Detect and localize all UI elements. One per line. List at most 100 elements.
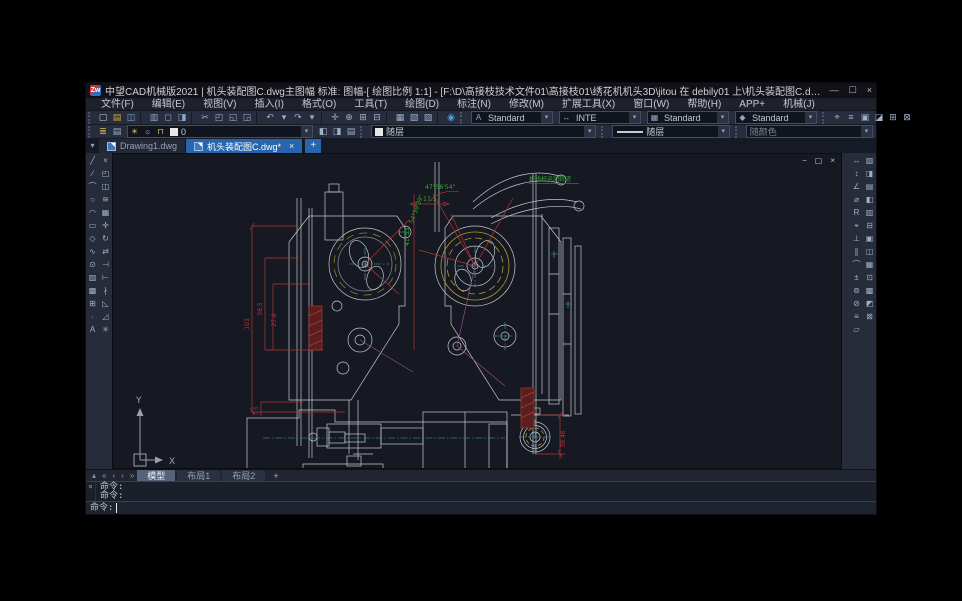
polygon-icon[interactable]: ◇ [87,233,99,245]
toolbar-grip[interactable] [460,112,466,124]
publish-icon[interactable]: ◨ [175,111,189,124]
layer-properties-icon[interactable]: ≣ [96,125,110,138]
layer-states-icon[interactable]: ▤ [110,125,124,138]
menu-modify[interactable]: 修改(M) [500,98,553,111]
chevron-down-icon[interactable]: ▾ [584,126,595,137]
extend-icon[interactable]: ⊢ [100,272,112,284]
zoom-window-icon[interactable]: ⊞ [356,111,370,124]
zoom-realtime-icon[interactable]: ⊕ [342,111,356,124]
menu-tools[interactable]: 工具(T) [345,98,396,111]
undo-icon[interactable]: ↶ [263,111,277,124]
first-layout-icon[interactable]: « [99,470,109,482]
plot-icon[interactable]: ▥ [147,111,161,124]
chevron-down-icon[interactable]: ▾ [861,126,872,137]
boundary-icon[interactable]: ◩ [864,298,876,310]
text-style-combo[interactable]: A Standard ▾ [471,111,553,124]
file-tabs-menu-icon[interactable]: ▾ [86,139,99,153]
layer-on-icon[interactable]: ☀ [128,127,141,136]
annotation-icon[interactable]: ⊠ [900,111,914,124]
close-button[interactable]: × [867,84,872,97]
center-mark-icon[interactable]: ⌖ [851,220,863,232]
save-icon[interactable]: ◫ [124,111,138,124]
layout-tab-model[interactable]: 模型 [137,470,175,482]
purge-icon[interactable]: ⊠ [864,311,876,323]
layer-combo[interactable]: ☀☼⊓ 0 ▾ [127,125,313,138]
plot-style-combo[interactable]: 随颜色 ▾ [746,125,873,138]
layer-freeze-icon[interactable]: ☼ [141,127,154,136]
chevron-down-icon[interactable]: ▾ [629,112,640,123]
polyline-icon[interactable]: ⌒ [87,181,99,193]
dim-diameter-icon[interactable]: ⌀ [851,194,863,206]
menu-express[interactable]: 扩展工具(X) [553,98,624,111]
point-icon[interactable]: ∙ [87,311,99,323]
layout-menu-icon[interactable]: ▴ [89,470,99,482]
menu-help[interactable]: 帮助(H) [678,98,730,111]
undo-dropdown-icon[interactable]: ▾ [277,111,291,124]
scale-icon[interactable]: ⇄ [100,246,112,258]
toolbar-grip[interactable] [88,126,94,138]
copy-icon[interactable]: ◰ [212,111,226,124]
new-tab-button[interactable]: + [305,139,321,153]
menu-file[interactable]: 文件(F) [92,98,143,111]
mleader-style-combo[interactable]: ◆ Standard ▾ [735,111,817,124]
chevron-down-icon[interactable]: ▾ [301,126,312,137]
command-input[interactable]: 命令: [86,501,876,514]
maximize-button[interactable]: ☐ [849,84,857,97]
dynamic-input-icon[interactable]: ◪ [872,111,886,124]
move-icon[interactable]: ✛ [100,220,112,232]
separator[interactable] [256,112,261,124]
mirror-icon[interactable]: ◫ [100,181,112,193]
layout-tab-layout2[interactable]: 布局2 [222,470,265,482]
dim-style-combo[interactable]: ↔ INTE ▾ [559,111,641,124]
hatch-edit-icon[interactable]: ▩ [864,285,876,297]
layer-lock-icon[interactable]: ⊓ [154,127,167,136]
menu-window[interactable]: 窗口(W) [624,98,678,111]
minimize-button[interactable]: — [830,84,839,97]
last-layout-icon[interactable]: » [127,470,137,482]
block-editor-icon[interactable]: ◫ [864,246,876,258]
close-tab-icon[interactable]: × [289,141,294,151]
tolerance-icon[interactable]: ± [851,272,863,284]
match-properties-icon[interactable]: ◲ [240,111,254,124]
object-snap-icon[interactable]: ⌖ [830,111,844,124]
paste-icon[interactable]: ◱ [226,111,240,124]
array-icon[interactable]: ▦ [100,207,112,219]
menu-view[interactable]: 视图(V) [194,98,245,111]
copy-object-icon[interactable]: ◰ [100,168,112,180]
dim-slope-icon[interactable]: ⊘ [851,298,863,310]
construction-line-icon[interactable]: ∕ [87,168,99,180]
donut-icon[interactable]: ⊙ [87,259,99,271]
menu-draw[interactable]: 绘图(D) [396,98,448,111]
help-icon[interactable]: ◉ [444,111,458,124]
mtext-icon[interactable]: A [87,324,99,336]
grid-icon[interactable]: ▣ [858,111,872,124]
external-ref-icon[interactable]: ▣ [864,233,876,245]
add-layout-button[interactable]: + [267,471,284,481]
toolbar-grip[interactable] [601,126,607,138]
arc-icon[interactable]: ◠ [87,207,99,219]
doc-tab-drawing1[interactable]: Drawing1.dwg [99,139,186,153]
leader-icon[interactable]: ▱ [851,324,863,336]
design-center-icon[interactable]: ◨ [864,168,876,180]
new-icon[interactable]: ▢ [96,111,110,124]
menu-insert[interactable]: 插入(I) [245,98,292,111]
ortho-icon[interactable]: ≡ [844,111,858,124]
lineweight-display-icon[interactable]: ⊞ [886,111,900,124]
render-icon[interactable]: ▨ [421,111,435,124]
toolbar-grip[interactable] [88,112,94,124]
mdi-restore-button[interactable]: ▢ [815,156,823,166]
menu-edit[interactable]: 编辑(E) [143,98,194,111]
fillet-icon[interactable]: ◿ [100,311,112,323]
offset-icon[interactable]: ≋ [100,194,112,206]
quick-calc-icon[interactable]: ⊟ [864,220,876,232]
table-icon[interactable]: ▦ [864,259,876,271]
toolbar-grip[interactable] [822,112,828,124]
make-object-layer-current-icon[interactable]: ◧ [316,125,330,138]
table-style-combo[interactable]: ▦ Standard ▾ [647,111,729,124]
mdi-close-button[interactable]: × [830,156,835,166]
chevron-down-icon[interactable]: ▾ [541,112,552,123]
mdi-minimize-button[interactable]: − [802,156,807,166]
layer-states-manager-icon[interactable]: ▤ [344,125,358,138]
dim-angular-icon[interactable]: ∠ [851,181,863,193]
explode-icon[interactable]: ✳ [100,324,112,336]
